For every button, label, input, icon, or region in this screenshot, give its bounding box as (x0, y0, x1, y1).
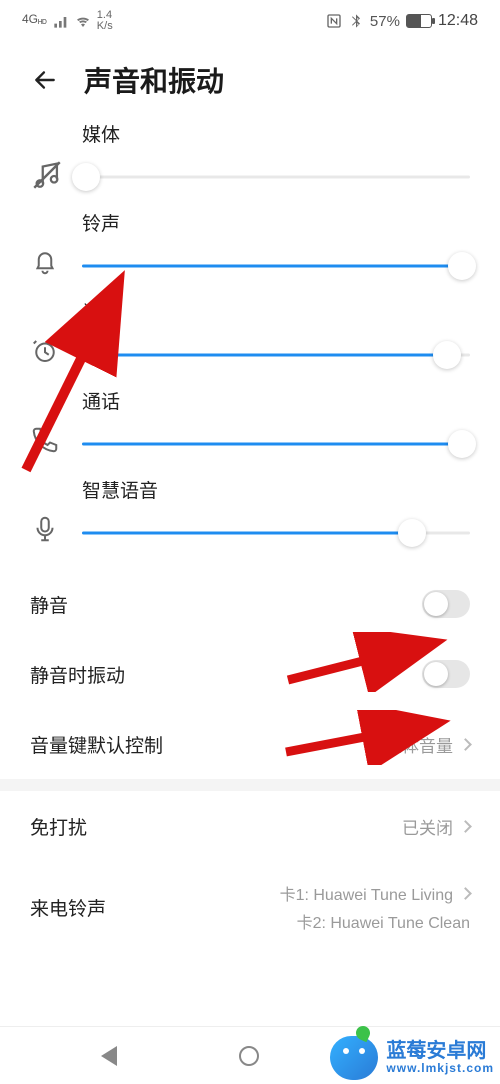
logo-name: 蓝莓安卓网 (386, 1041, 494, 1062)
volume-key-value: 媒体音量 (385, 732, 470, 757)
signal-icon (53, 13, 69, 29)
page-title: 声音和振动 (84, 60, 224, 100)
silent-toggle[interactable] (422, 590, 470, 618)
ringtone-value: 卡1: Huawei Tune Living 卡2: Huawei Tune C… (280, 881, 470, 933)
volume-sliders: 媒体 铃声 闹钟 (0, 116, 500, 569)
nfc-icon (326, 13, 342, 29)
row-silent: 静音 (0, 569, 500, 639)
vibrate-label: 静音时振动 (30, 661, 125, 688)
arrow-left-icon (32, 67, 58, 93)
slider-label: 闹钟 (82, 298, 470, 325)
row-dnd[interactable]: 免打扰 已关闭 (0, 791, 500, 861)
slider-alarm: 闹钟 (0, 298, 500, 375)
network-indicator: 4Gᴴᴰ (22, 12, 47, 29)
row-volume-key[interactable]: 音量键默认控制 媒体音量 (0, 709, 500, 779)
ringtone-label: 来电铃声 (30, 894, 106, 921)
slider-label: 通话 (82, 387, 470, 414)
status-right: 57% 12:48 (326, 12, 478, 30)
slider-media: 媒体 (0, 120, 500, 197)
slider-label: 铃声 (82, 209, 470, 236)
volume-key-label: 音量键默认控制 (30, 731, 163, 758)
alarm-slider[interactable] (82, 335, 470, 375)
clock-icon (30, 298, 82, 366)
battery-percent: 57% (370, 13, 400, 30)
net-speed: 1.4 K/s (97, 10, 113, 32)
nav-back-icon[interactable] (101, 1046, 117, 1066)
slider-call: 通话 (0, 387, 500, 464)
back-button[interactable] (30, 65, 60, 95)
vibrate-toggle[interactable] (422, 660, 470, 688)
clock: 12:48 (438, 12, 478, 30)
dnd-value: 已关闭 (402, 814, 470, 839)
header: 声音和振动 (0, 38, 500, 116)
bell-icon (30, 209, 82, 277)
status-left: 4Gᴴᴰ 1.4 K/s (22, 10, 113, 32)
chevron-right-icon (459, 887, 472, 900)
slider-label: 媒体 (82, 120, 470, 147)
silent-label: 静音 (30, 591, 68, 618)
watermark-logo: 蓝莓安卓网 www.lmkjst.com (324, 1032, 500, 1084)
logo-url: www.lmkjst.com (386, 1062, 494, 1075)
call-slider[interactable] (82, 424, 470, 464)
ringtone-slider[interactable] (82, 246, 470, 286)
slider-ringtone: 铃声 (0, 209, 500, 286)
status-bar: 4Gᴴᴰ 1.4 K/s 57% 12:48 (0, 0, 500, 38)
battery-icon (406, 14, 432, 28)
phone-icon (30, 387, 82, 455)
mic-icon (30, 476, 82, 544)
media-slider[interactable] (82, 157, 470, 197)
nav-home-icon[interactable] (239, 1046, 259, 1066)
chevron-right-icon (459, 738, 472, 751)
slider-voice: 智慧语音 (0, 476, 500, 553)
slider-label: 智慧语音 (82, 476, 470, 503)
row-incoming-ringtone[interactable]: 来电铃声 卡1: Huawei Tune Living 卡2: Huawei T… (0, 861, 500, 953)
bluetooth-icon (348, 13, 364, 29)
logo-icon (330, 1036, 378, 1080)
row-vibrate-on-silent: 静音时振动 (0, 639, 500, 709)
voice-slider[interactable] (82, 513, 470, 553)
chevron-right-icon (459, 820, 472, 833)
wifi-icon (75, 13, 91, 29)
section-divider (0, 779, 500, 791)
dnd-label: 免打扰 (30, 813, 87, 840)
